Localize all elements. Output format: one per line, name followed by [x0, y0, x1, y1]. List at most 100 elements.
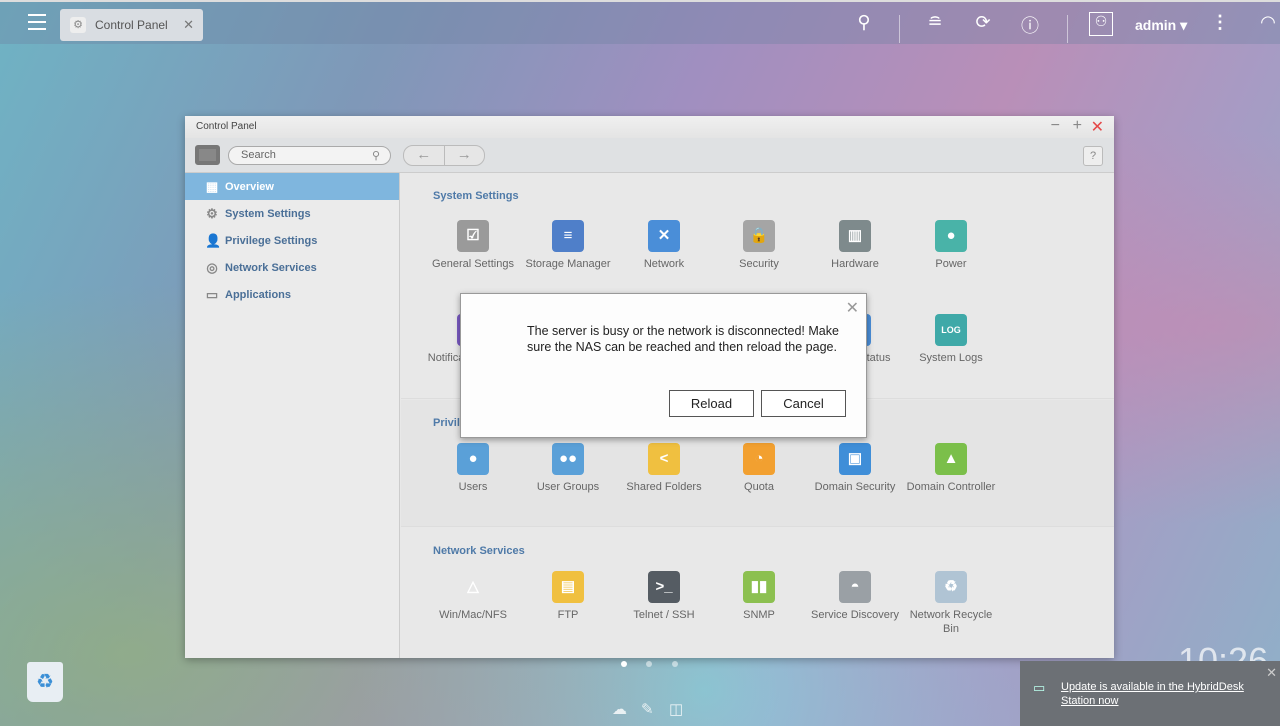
app-label: Telnet / SSH [633, 609, 695, 621]
app-icon: ♻ [935, 571, 967, 603]
close-icon[interactable]: ✕ [1266, 665, 1277, 681]
app-user-groups[interactable]: ●● User Groups [522, 443, 614, 494]
help-button[interactable]: ? [1083, 146, 1103, 166]
tab-label: Control Panel [95, 18, 168, 32]
sidebar-item-system-settings[interactable]: ⚙ System Settings [185, 200, 399, 227]
update-notification: ▭ Update is available in the HybridDesk … [1020, 661, 1280, 726]
sidebar-icon: 👤 [205, 232, 222, 248]
user-icon[interactable]: ⚇ [1089, 12, 1113, 36]
taskbar-tab-control-panel[interactable]: ⚙ Control Panel ✕ [60, 9, 203, 41]
app-label: Network [643, 258, 685, 270]
user-menu[interactable]: admin ▾ [1135, 17, 1187, 34]
app-label: Quota [744, 481, 774, 493]
app-quota[interactable]: ◔ Quota [713, 443, 805, 494]
toolbar: Search ⚲ ← → ? [185, 138, 1114, 173]
app-icon: ●● [552, 443, 584, 475]
app-icon: ▲ [935, 443, 967, 475]
app-service-discovery[interactable]: ◓ Service Discovery [809, 571, 901, 622]
back-button[interactable]: ← [404, 146, 445, 165]
sidebar-item-label: Network Services [225, 261, 317, 274]
maximize-icon[interactable]: + [1073, 117, 1082, 135]
reload-button[interactable]: Reload [669, 390, 754, 417]
close-tab-icon[interactable]: ✕ [183, 17, 194, 33]
app-domain-security[interactable]: ▣ Domain Security [809, 443, 901, 494]
menu-icon[interactable] [28, 14, 46, 30]
window-title: Control Panel [196, 121, 257, 132]
tools-icon[interactable]: ✎ [641, 700, 654, 718]
app-label: System Logs [919, 352, 983, 364]
sidebar-item-overview[interactable]: ▦ Overview [185, 173, 399, 200]
app-label: Win/Mac/NFS [439, 609, 507, 621]
app-label: Storage Manager [525, 258, 611, 270]
app-ftp[interactable]: ▤ FTP [522, 571, 614, 622]
app-network-recycle-bin[interactable]: ♻ Network Recycle Bin [905, 571, 997, 636]
stack-icon[interactable]: ≘ [923, 12, 947, 33]
app-system-logs[interactable]: LOG System Logs [905, 314, 997, 365]
sidebar-item-network-services[interactable]: ◎ Network Services [185, 254, 399, 281]
sidebar-icon: ▦ [205, 178, 219, 194]
sync-icon[interactable]: ⟳ [971, 12, 995, 33]
app-label: Power [935, 258, 967, 270]
app-label: SNMP [743, 609, 775, 621]
error-dialog: ✕ The server is busy or the network is d… [460, 293, 867, 438]
forward-button[interactable]: → [445, 146, 485, 165]
info-icon[interactable]: ⓘ [1018, 12, 1042, 38]
sidebar-item-applications[interactable]: ▭ Applications [185, 281, 399, 308]
close-icon[interactable]: ✕ [846, 298, 859, 318]
sidebar-icon: ▭ [205, 286, 219, 302]
app-power[interactable]: ● Power [905, 220, 997, 271]
app-label: Network Recycle Bin [909, 609, 993, 635]
sidebar-item-label: Applications [225, 288, 292, 301]
sidebar-item-privilege-settings[interactable]: 👤 Privilege Settings [185, 227, 399, 254]
app-users[interactable]: ● Users [427, 443, 519, 494]
app-telnet-ssh[interactable]: >_ Telnet / SSH [618, 571, 710, 622]
app-win-mac-nfs[interactable]: △ Win/Mac/NFS [427, 571, 519, 622]
app-icon: ● [935, 220, 967, 252]
app-label: User Groups [536, 481, 600, 493]
sidebar-icon: ⚙ [206, 205, 218, 221]
page-dot-active[interactable] [621, 661, 627, 667]
app-icon: ▮▮ [743, 571, 775, 603]
app-icon: ▥ [839, 220, 871, 252]
app-icon: ▤ [552, 571, 584, 603]
book-icon[interactable]: ◫ [669, 700, 683, 718]
app-label: Security [739, 258, 779, 270]
sidebar-toggle-icon[interactable] [195, 145, 220, 165]
app-storage-manager[interactable]: ≡ Storage Manager [522, 220, 614, 271]
search-input[interactable]: Search ⚲ [228, 146, 391, 165]
app-hardware[interactable]: ▥ Hardware [809, 220, 901, 271]
app-general-settings[interactable]: ☑ General Settings [427, 220, 519, 271]
app-domain-controller[interactable]: ▲ Domain Controller [905, 443, 997, 494]
cloud-icon[interactable]: ☁ [612, 700, 627, 718]
dashboard-icon[interactable]: ◠ [1256, 12, 1280, 33]
close-icon[interactable]: ✕ [1091, 117, 1104, 137]
app-icon: < [648, 443, 680, 475]
page-dot[interactable] [646, 661, 652, 667]
recycle-bin-icon[interactable]: ♻ [27, 662, 63, 702]
page-dot[interactable] [672, 661, 678, 667]
section-title: Network Services [433, 545, 525, 557]
app-icon: LOG [935, 314, 967, 346]
cancel-button[interactable]: Cancel [761, 390, 846, 417]
message-icon: ▭ [1033, 680, 1046, 695]
app-icon: >_ [648, 571, 680, 603]
update-link[interactable]: Update is available in the HybridDesk St… [1061, 680, 1261, 708]
app-label: FTP [557, 609, 579, 621]
gear-icon: ⚙ [70, 17, 86, 33]
section-network-services: Network Services △ Win/Mac/NFS ▤ FTP >_ Telnet… [401, 528, 1114, 658]
nav-buttons: ← → [403, 145, 485, 166]
sidebar-item-label: Overview [225, 180, 274, 193]
app-shared-folders[interactable]: < Shared Folders [618, 443, 710, 494]
minimize-icon[interactable]: − [1051, 117, 1060, 135]
sidebar: ▦ Overview ⚙ System Settings 👤 Privilege Sett… [185, 173, 400, 658]
app-security[interactable]: 🔒 Security [713, 220, 805, 271]
app-label: Domain Security [814, 481, 896, 493]
window-titlebar[interactable]: Control Panel − + ✕ [185, 116, 1114, 138]
app-icon: 🔒 [743, 220, 775, 252]
more-icon[interactable]: ⋮ [1208, 12, 1232, 33]
app-label: Shared Folders [626, 481, 702, 493]
app-snmp[interactable]: ▮▮ SNMP [713, 571, 805, 622]
app-network[interactable]: ✕ Network [618, 220, 710, 271]
sidebar-item-label: Privilege Settings [225, 234, 318, 247]
search-icon[interactable]: ⚲ [852, 12, 876, 33]
